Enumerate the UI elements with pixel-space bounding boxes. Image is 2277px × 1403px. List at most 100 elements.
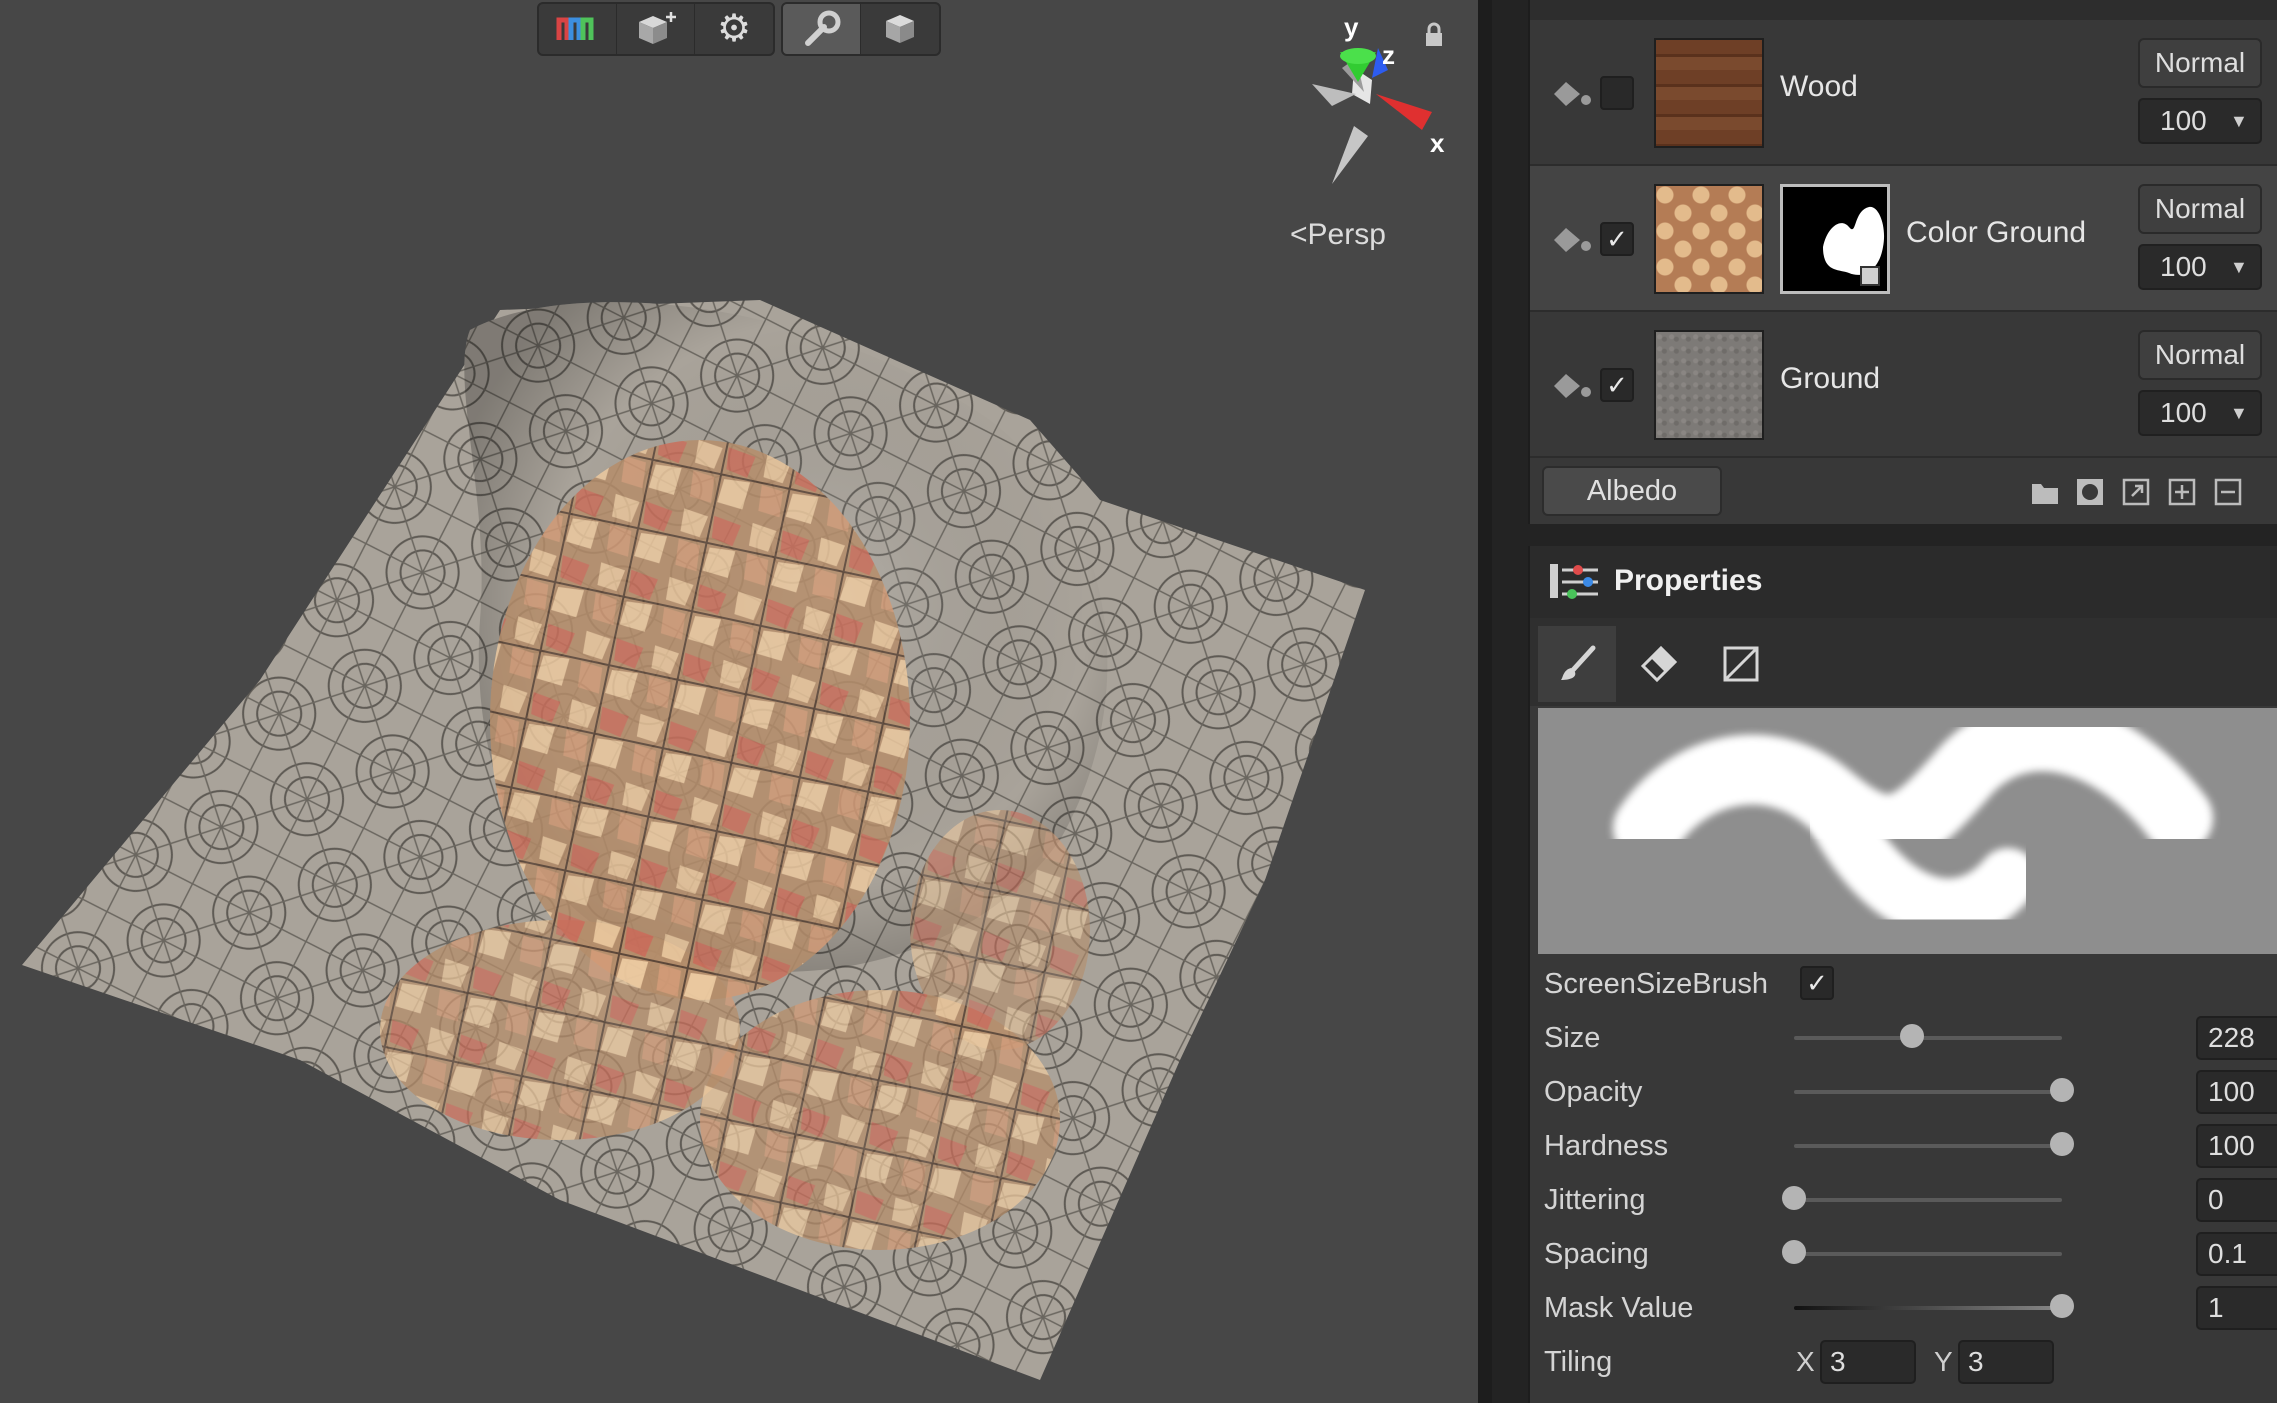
channel-selector-button[interactable]: Albedo — [1542, 466, 1722, 516]
add-layer-icon[interactable] — [2168, 478, 2196, 506]
prop-label: Jittering — [1544, 1184, 1646, 1216]
layer-mask-thumbnail[interactable] — [1780, 184, 1890, 294]
terrain-mesh[interactable] — [0, 0, 1478, 1403]
jittering-slider[interactable] — [1782, 1186, 2062, 1210]
eraser-icon — [1640, 645, 1678, 683]
slider-knob[interactable] — [2050, 1132, 2074, 1156]
projection-label: Persp — [1307, 218, 1386, 251]
brush-stroke-preview — [1538, 708, 2277, 954]
gizmo-x-label: x — [1430, 128, 1445, 158]
prop-row-screensizebrush: ScreenSizeBrush ✓ — [1544, 958, 2277, 1010]
prop-row-jittering: Jittering 0 — [1544, 1174, 2277, 1226]
spacing-slider[interactable] — [1782, 1240, 2062, 1264]
layer-row-ground[interactable]: ✓ Ground Normal 100 ▼ — [1530, 312, 2277, 458]
color-ground-texture-thumbnail[interactable] — [1654, 184, 1764, 294]
toolbar-group-left: ⚙ — [537, 2, 775, 56]
opacity-slider[interactable] — [1794, 1078, 2074, 1102]
scene-view[interactable]: ⚙ y z x <Persp — [0, 0, 1478, 1403]
brush-icon — [1561, 645, 1596, 680]
slider-knob[interactable] — [1782, 1240, 1806, 1264]
inspector-panel: Wood Normal 100 ▼ ✓ Color Ground Normal … — [1492, 0, 2277, 1403]
prop-label: Tiling — [1544, 1346, 1613, 1378]
panel-divider[interactable] — [1478, 0, 1492, 1403]
opacity-field[interactable]: 100 — [2196, 1070, 2277, 1114]
blend-mode-dropdown[interactable]: Normal — [2138, 38, 2262, 88]
settings-button[interactable]: ⚙ — [695, 4, 773, 54]
properties-sliders-icon — [1550, 564, 1598, 599]
tiling-x-label: X — [1796, 1346, 1815, 1377]
paint-bucket-icon — [1554, 374, 1591, 398]
slider-knob[interactable] — [1782, 1186, 1806, 1210]
app-root: ⚙ y z x <Persp Wood Normal 100 ▼ ✓ Color… — [0, 0, 2277, 1403]
layers-panel: Wood Normal 100 ▼ ✓ Color Ground Normal … — [1528, 0, 2277, 524]
prop-row-hardness: Hardness 100 — [1544, 1120, 2277, 1172]
prop-label: ScreenSizeBrush — [1544, 968, 1769, 1000]
prop-label: Hardness — [1544, 1130, 1669, 1162]
blend-mode-dropdown[interactable]: Normal — [2138, 184, 2262, 234]
fill-square-icon — [1723, 646, 1759, 682]
hardness-slider[interactable] — [1794, 1132, 2074, 1156]
prop-row-tiling: Tiling X 3 Y 3 — [1544, 1336, 2277, 1388]
spacing-field[interactable]: 0.1 — [2196, 1232, 2277, 1276]
brush-tools-bar — [1530, 618, 2277, 706]
brush-stroke-icon — [1613, 708, 2213, 939]
mask-value-field[interactable]: 1 — [2196, 1286, 2277, 1330]
mask-icon[interactable] — [2076, 478, 2104, 506]
layer-opacity-dropdown[interactable]: 100 ▼ — [2138, 390, 2262, 436]
resize-icon[interactable] — [2122, 478, 2150, 506]
ground-texture-thumbnail[interactable] — [1654, 330, 1764, 440]
folder-icon[interactable] — [2030, 478, 2060, 506]
tiling-y-field[interactable]: 3 — [1958, 1340, 2054, 1384]
layer-visibility-checkbox[interactable]: ✓ — [1600, 368, 1634, 402]
eraser-tool-button[interactable] — [1620, 626, 1698, 702]
dropdown-arrow-icon: ▼ — [2230, 256, 2248, 277]
tiling-x-field[interactable]: 3 — [1820, 1340, 1916, 1384]
properties-title: Properties — [1614, 564, 1763, 597]
projection-toggle[interactable]: <Persp — [1290, 218, 1386, 252]
cube-icon — [886, 15, 914, 43]
fill-tool-button[interactable] — [1702, 626, 1780, 702]
unwrap-logo-button[interactable] — [539, 4, 617, 54]
remove-layer-icon[interactable] — [2214, 478, 2242, 506]
add-object-icon — [638, 12, 676, 44]
wood-texture-thumbnail[interactable] — [1654, 38, 1764, 148]
scene-toolbar: ⚙ — [537, 2, 941, 56]
slider-knob[interactable] — [1899, 1024, 1924, 1048]
brush-tool-button[interactable] — [1538, 626, 1616, 702]
tools-button[interactable] — [783, 4, 861, 54]
prop-label: Mask Value — [1544, 1292, 1694, 1324]
dropdown-arrow-icon: ▼ — [2230, 110, 2248, 131]
mask-shape-icon — [1823, 206, 1885, 286]
layer-row-wood[interactable]: Wood Normal 100 ▼ — [1530, 20, 2277, 166]
paint-bucket-icon — [1554, 228, 1591, 252]
slider-knob[interactable] — [2050, 1294, 2074, 1318]
lock-icon[interactable] — [1424, 22, 1444, 53]
size-slider[interactable] — [1794, 1024, 2062, 1048]
blend-mode-dropdown[interactable]: Normal — [2138, 330, 2262, 380]
layer-row-color-ground[interactable]: ✓ Color Ground Normal 100 ▼ — [1530, 166, 2277, 312]
mask-value-slider[interactable] — [1794, 1294, 2074, 1318]
size-field[interactable]: 228 — [2196, 1016, 2277, 1060]
layers-header — [1530, 0, 2277, 20]
layer-opacity-dropdown[interactable]: 100 ▼ — [2138, 98, 2262, 144]
properties-panel: Properties ScreenSizeBrush ✓ Size 228 Op… — [1528, 546, 2277, 1403]
gizmo-z-label: z — [1382, 40, 1395, 70]
jittering-field[interactable]: 0 — [2196, 1178, 2277, 1222]
layers-footer: Albedo — [1530, 458, 2277, 524]
wrench-icon — [804, 10, 840, 46]
layer-visibility-checkbox[interactable] — [1600, 76, 1634, 110]
unwrap-logo-icon — [556, 17, 593, 40]
layer-name: Wood — [1780, 70, 1858, 103]
mesh-button[interactable] — [861, 4, 939, 54]
opacity-value: 100 — [2160, 397, 2207, 428]
prop-label: Opacity — [1544, 1076, 1643, 1108]
prop-row-opacity: Opacity 100 — [1544, 1066, 2277, 1118]
add-object-button[interactable] — [617, 4, 695, 54]
toolbar-group-right — [781, 2, 941, 56]
layer-visibility-checkbox[interactable]: ✓ — [1600, 222, 1634, 256]
slider-knob[interactable] — [2050, 1078, 2074, 1102]
layer-opacity-dropdown[interactable]: 100 ▼ — [2138, 244, 2262, 290]
screensizebrush-checkbox[interactable]: ✓ — [1800, 966, 1834, 1000]
layer-name: Ground — [1780, 362, 1881, 395]
hardness-field[interactable]: 100 — [2196, 1124, 2277, 1168]
